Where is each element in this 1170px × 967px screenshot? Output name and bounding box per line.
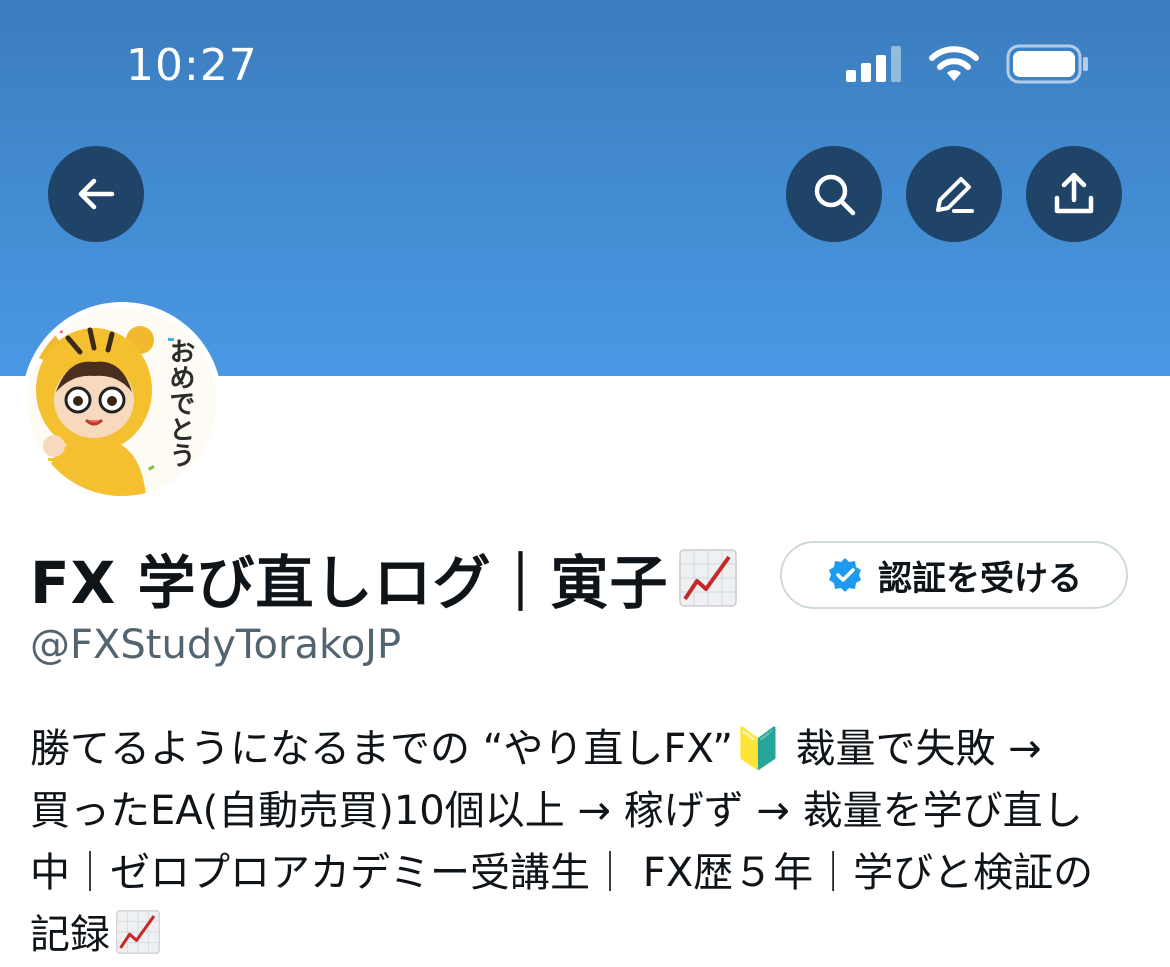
profile-bio: 勝てるようになるまでの “やり直しFX”🔰 裁量で失敗 → 買ったEA(自動売買… [30, 718, 1150, 966]
chart-increasing-icon [116, 910, 160, 954]
bio-line: 中｜ゼロプロアカデミー受講生｜ FX歴５年｜学びと検証の [30, 850, 1094, 896]
share-icon [1054, 172, 1094, 214]
bio-line: 買ったEA(自動売買)10個以上 → 稼げず → 裁量を学び直し [30, 788, 1083, 834]
get-verified-label: 認証を受ける [878, 558, 1082, 599]
chart-increasing-icon [678, 549, 737, 607]
bio-line: 勝てるようになるまでの “やり直しFX”🔰 裁量で失敗 → [30, 726, 1042, 772]
verified-badge-icon [829, 558, 861, 592]
cellular-signal-icon [846, 46, 901, 82]
battery-icon [1006, 44, 1088, 84]
search-button[interactable] [786, 146, 882, 242]
get-verified-button[interactable]: 認証を受ける [780, 541, 1128, 609]
name-row: FX 学び直しログ｜寅子 [30, 538, 737, 618]
share-button[interactable] [1026, 146, 1122, 242]
display-name: FX 学び直しログ｜寅子 [30, 549, 669, 617]
arrow-left-icon [78, 178, 115, 210]
edit-profile-button[interactable] [906, 146, 1002, 242]
status-icons [846, 44, 1090, 84]
back-button[interactable] [48, 146, 144, 242]
profile-avatar[interactable]: おめでとう [22, 302, 222, 502]
wifi-icon [929, 46, 979, 81]
tiger-girl-illustration: おめでとう [28, 308, 216, 496]
avatar-image: おめでとう [28, 308, 216, 496]
search-icon [814, 174, 856, 216]
user-handle: @FXStudyTorakoJP [30, 622, 402, 668]
status-time: 10:27 [126, 40, 258, 91]
bio-line: 記録 [30, 904, 1150, 966]
pencil-icon [936, 177, 974, 213]
avatar-text: おめでとう [165, 338, 195, 468]
